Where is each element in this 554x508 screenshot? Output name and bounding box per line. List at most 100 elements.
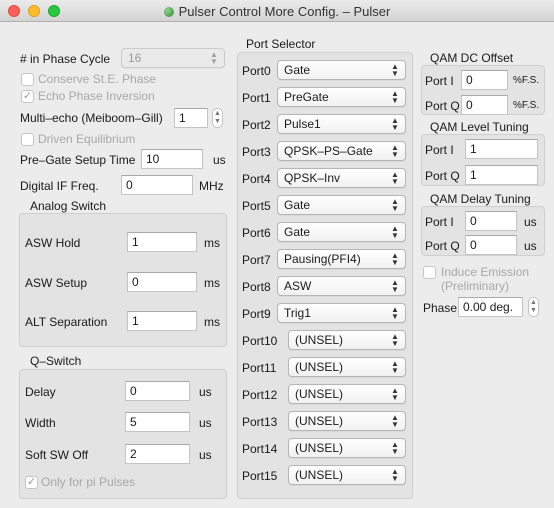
driven-equilibrium-checkbox[interactable] [21, 133, 34, 146]
port-select[interactable]: Gate ▲ ▼ [277, 195, 406, 215]
asw-setup-input[interactable]: 0 [127, 272, 197, 292]
port-select[interactable]: (UNSEL) ▲ ▼ [288, 465, 406, 485]
qswitch-width-label: Width [25, 416, 56, 430]
up-down-chevron-icon: ▲ ▼ [391, 467, 399, 483]
only-pi-checkbox[interactable]: ✓ [25, 476, 38, 489]
up-down-chevron-icon: ▲ ▼ [391, 197, 399, 213]
up-down-chevron-icon: ▲ ▼ [391, 116, 399, 132]
qam-dc-port-q-label: Port Q [425, 99, 460, 113]
alt-separation-unit: ms [204, 315, 220, 329]
up-down-chevron-icon: ▲ ▼ [391, 251, 399, 267]
qam-delay-port-q-unit: us [524, 239, 537, 253]
qam-delay-port-i-input[interactable]: 0 [465, 211, 517, 231]
port-select-value: Pausing(PFI4) [284, 252, 361, 266]
digital-if-input[interactable]: 0 [121, 175, 193, 195]
qam-delay-port-q-input[interactable]: 0 [465, 235, 517, 255]
port-select[interactable]: QPSK–PS–Gate ▲ ▼ [277, 141, 406, 161]
multi-echo-input[interactable]: 1 [174, 108, 208, 128]
digital-if-unit: MHz [199, 179, 224, 193]
soft-sw-off-unit: us [199, 448, 212, 462]
qam-dc-port-i-label: Port I [425, 74, 454, 88]
qam-level-port-i-label: Port I [425, 143, 454, 157]
driven-equilibrium-label: Driven Equilibrium [38, 132, 136, 146]
port-label: Port7 [242, 253, 271, 267]
port-select[interactable]: (UNSEL) ▲ ▼ [288, 384, 406, 404]
port-select[interactable]: (UNSEL) ▲ ▼ [288, 357, 406, 377]
induce-emission-checkbox[interactable] [423, 266, 436, 279]
port-select[interactable]: Pausing(PFI4) ▲ ▼ [277, 249, 406, 269]
port-label: Port12 [242, 388, 278, 402]
up-down-chevron-icon: ▲ ▼ [391, 170, 399, 186]
phase-input[interactable]: 0.00 deg. [458, 297, 523, 317]
port-select[interactable]: Gate ▲ ▼ [277, 222, 406, 242]
port-label: Port0 [242, 64, 271, 78]
port-select[interactable]: PreGate ▲ ▼ [277, 87, 406, 107]
up-down-chevron-icon: ▲ ▼ [391, 89, 399, 105]
port-select[interactable]: Trig1 ▲ ▼ [277, 303, 406, 323]
title-bar: Pulser Control More Config. – Pulser [0, 0, 554, 22]
port-select[interactable]: Gate ▲ ▼ [277, 60, 406, 80]
qswitch-delay-input[interactable]: 0 [125, 381, 190, 401]
port-label: Port13 [242, 415, 278, 429]
port-select-value: Gate [284, 63, 311, 77]
asw-hold-unit: ms [204, 236, 220, 250]
up-down-chevron-icon: ▲ ▼ [391, 305, 399, 321]
port-select-value: (UNSEL) [295, 333, 344, 347]
soft-sw-off-input[interactable]: 2 [125, 444, 190, 464]
port-select-value: Gate [284, 198, 311, 212]
window-title: Pulser Control More Config. – Pulser [0, 4, 554, 19]
port-select[interactable]: (UNSEL) ▲ ▼ [288, 411, 406, 431]
up-down-chevron-icon: ▲ ▼ [391, 62, 399, 78]
phase-cycle-select[interactable]: 16 ▲ ▼ [121, 48, 225, 68]
conserve-phase-label: Conserve St.E. Phase [38, 72, 157, 86]
qam-level-port-q-input[interactable]: 1 [465, 165, 538, 185]
port-select[interactable]: (UNSEL) ▲ ▼ [288, 438, 406, 458]
up-down-chevron-icon: ▲ ▼ [391, 224, 399, 240]
stepper-icon[interactable]: ▲ ▼ [212, 108, 223, 128]
alt-separation-input[interactable]: 1 [127, 311, 197, 331]
port-select-value: Trig1 [284, 306, 311, 320]
qam-level-title: QAM Level Tuning [430, 120, 529, 134]
port-selector-title: Port Selector [246, 37, 316, 51]
port-label: Port4 [242, 172, 271, 186]
port-label: Port15 [242, 469, 278, 483]
echo-inversion-label: Echo Phase Inversion [38, 89, 155, 103]
qam-delay-port-i-label: Port I [425, 215, 454, 229]
qam-dc-port-i-unit: %F.S. [513, 75, 540, 86]
echo-inversion-checkbox[interactable]: ✓ [21, 90, 34, 103]
up-down-chevron-icon: ▲ ▼ [391, 386, 399, 402]
window-title-text: Pulser Control More Config. – Pulser [178, 4, 391, 19]
induce-emission-sublabel: (Preliminary) [441, 279, 510, 293]
qam-delay-title: QAM Delay Tuning [430, 192, 531, 206]
qam-level-port-q-label: Port Q [425, 169, 460, 183]
phase-cycle-value: 16 [128, 51, 142, 65]
port-select-value: QPSK–PS–Gate [284, 144, 373, 158]
asw-setup-unit: ms [204, 276, 220, 290]
qam-dc-port-q-input[interactable]: 0 [461, 95, 508, 115]
port-select-value: Pulse1 [284, 117, 321, 131]
conserve-phase-checkbox[interactable] [21, 73, 34, 86]
port-select-value: (UNSEL) [295, 414, 344, 428]
qam-dc-port-i-input[interactable]: 0 [461, 70, 508, 90]
asw-hold-label: ASW Hold [25, 236, 81, 250]
checkmark-icon: ✓ [22, 90, 33, 102]
qswitch-width-input[interactable]: 5 [125, 412, 190, 432]
qswitch-title: Q–Switch [30, 354, 82, 368]
qam-level-port-i-input[interactable]: 1 [465, 139, 538, 159]
checkmark-icon: ✓ [26, 476, 37, 488]
port-select[interactable]: Pulse1 ▲ ▼ [277, 114, 406, 134]
port-select[interactable]: ASW ▲ ▼ [277, 276, 406, 296]
qam-delay-port-q-label: Port Q [425, 239, 460, 253]
port-label: Port1 [242, 91, 271, 105]
asw-hold-input[interactable]: 1 [127, 232, 197, 252]
qam-dc-title: QAM DC Offset [430, 51, 514, 65]
port-label: Port8 [242, 280, 271, 294]
port-select-value: QPSK–Inv [284, 171, 341, 185]
port-select[interactable]: (UNSEL) ▲ ▼ [288, 330, 406, 350]
stepper-icon[interactable]: ▲ ▼ [528, 297, 539, 317]
pregate-label: Pre–Gate Setup Time [20, 153, 136, 167]
up-down-chevron-icon: ▲ ▼ [391, 413, 399, 429]
port-select[interactable]: QPSK–Inv ▲ ▼ [277, 168, 406, 188]
up-down-chevron-icon: ▲ ▼ [391, 359, 399, 375]
pregate-input[interactable]: 10 [141, 149, 203, 169]
